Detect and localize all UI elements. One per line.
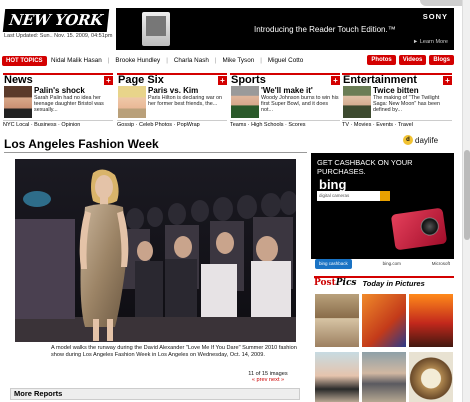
divider: | bbox=[260, 57, 262, 64]
bing-cashback-ad[interactable]: GET CASHBACK ON YOUR PURCHASES. bing dig… bbox=[311, 153, 454, 269]
section-teaser: Sarah Palin had no idea her teenage daug… bbox=[34, 95, 104, 113]
site-logo[interactable]: NEW YORK POST bbox=[2, 9, 110, 52]
plus-icon[interactable]: + bbox=[331, 75, 340, 85]
section-entertainment: Entertainment + Twice bitten The making o… bbox=[342, 73, 452, 130]
postpics-thumbnail[interactable] bbox=[409, 352, 453, 402]
ad-footer-site: bing.com bbox=[382, 261, 401, 266]
plus-icon[interactable]: + bbox=[443, 75, 452, 85]
more-reports-header[interactable]: More Reports bbox=[10, 388, 300, 400]
section-page-six: Page Six + Paris vs. Kim Paris Hilton is … bbox=[117, 73, 227, 130]
section-teaser: Woody Johnson burns to win his first Sup… bbox=[261, 95, 339, 113]
section-title[interactable]: Sports bbox=[231, 74, 266, 86]
photo-caption: A model walks the runway during the Davi… bbox=[51, 345, 297, 358]
postpics-thumbnail[interactable] bbox=[362, 294, 406, 347]
plus-icon[interactable]: + bbox=[104, 75, 113, 85]
ad-brand: SONY bbox=[422, 12, 448, 21]
ad-search-button[interactable] bbox=[380, 191, 390, 201]
blogs-button[interactable]: Blogs bbox=[429, 55, 454, 65]
postpics-row bbox=[315, 294, 455, 347]
section-headline[interactable]: Palin's shock bbox=[34, 86, 85, 95]
section-thumbnail[interactable] bbox=[4, 86, 32, 118]
ad-headline: GET CASHBACK ON YOUR PURCHASES. bbox=[317, 158, 413, 176]
ad-footer-badge: bing cashback bbox=[315, 259, 352, 269]
postpics-thumbnail[interactable] bbox=[315, 294, 359, 347]
bing-logo: bing bbox=[319, 177, 347, 192]
section-teaser: The making of "The Twilight Saga: New Mo… bbox=[373, 95, 440, 113]
section-teaser: Paris Hilton is declaring war on her for… bbox=[148, 95, 223, 107]
ereader-image bbox=[142, 12, 170, 46]
section-title[interactable]: Entertainment bbox=[343, 74, 417, 86]
divider: | bbox=[107, 57, 110, 64]
daylife-badge[interactable]: d daylife bbox=[403, 135, 438, 145]
section-title[interactable]: Page Six bbox=[118, 74, 164, 86]
divider: | bbox=[214, 57, 217, 64]
ad-footer-brand: Microsoft bbox=[431, 261, 450, 266]
hot-topic-link[interactable]: Brooke Hundley bbox=[115, 56, 160, 66]
postpics-header: PostPics Today in Pictures bbox=[314, 276, 454, 288]
postpics-row bbox=[315, 352, 455, 402]
daylife-icon: d bbox=[403, 135, 413, 145]
section-links[interactable]: TV · Movies · Events · Travel bbox=[342, 120, 452, 128]
camera-image bbox=[390, 207, 448, 251]
postpics-logo-pics: Pics bbox=[335, 278, 357, 288]
hot-topic-link[interactable]: Mike Tyson bbox=[222, 56, 254, 66]
postpics-thumbnail[interactable] bbox=[315, 352, 359, 402]
article-header: Los Angeles Fashion Week bbox=[4, 137, 307, 152]
vertical-scrollbar[interactable] bbox=[462, 0, 470, 402]
hot-topic-links: Nidal Malik Hasan | Brooke Hundley | Cha… bbox=[51, 56, 303, 66]
postpics-thumbnail[interactable] bbox=[362, 352, 406, 402]
prev-next-links[interactable]: « prev next » bbox=[238, 377, 298, 383]
hot-topic-link[interactable]: Charla Nash bbox=[174, 56, 209, 66]
hot-topics-bar: HOT TOPICS Nidal Malik Hasan | Brooke Hu… bbox=[2, 55, 454, 68]
section-links[interactable]: NYC Local · Business · Opinion bbox=[3, 120, 113, 128]
header: NEW YORK POST Last Updated: Sun., Nov. 1… bbox=[2, 9, 112, 52]
section-links[interactable]: Teams · High Schools · Scores bbox=[230, 120, 340, 128]
section-title[interactable]: News bbox=[4, 74, 33, 86]
ad-footer: bing cashback bing.com Microsoft bbox=[311, 259, 454, 269]
photos-button[interactable]: Photos bbox=[367, 55, 396, 65]
media-buttons: Photos Videos Blogs bbox=[367, 55, 454, 65]
scrollbar-thumb[interactable] bbox=[464, 150, 470, 240]
hot-topic-link[interactable]: Miguel Cotto bbox=[268, 56, 303, 66]
divider: | bbox=[166, 57, 168, 64]
postpics-thumbnail[interactable] bbox=[409, 294, 453, 347]
section-thumbnail[interactable] bbox=[231, 86, 259, 118]
ad-text: Introducing the Reader Touch Edition.™ bbox=[254, 25, 396, 34]
plus-icon[interactable]: + bbox=[218, 75, 227, 85]
section-headline[interactable]: Twice bitten bbox=[373, 86, 419, 95]
videos-button[interactable]: Videos bbox=[398, 55, 427, 65]
section-links[interactable]: Gossip · Celeb Photos · PopWrap bbox=[117, 120, 227, 128]
postpics-logo[interactable]: PostPics bbox=[314, 278, 357, 288]
ad-search-input[interactable]: digital cameras bbox=[317, 191, 380, 201]
section-headline[interactable]: Paris vs. Kim bbox=[148, 86, 198, 95]
ad-learn-more[interactable]: ► Learn More bbox=[413, 39, 448, 45]
postpics-logo-post: Post bbox=[314, 278, 336, 288]
section-headline[interactable]: 'We'll make it' bbox=[261, 86, 313, 95]
article-title: Los Angeles Fashion Week bbox=[4, 137, 159, 151]
section-thumbnail[interactable] bbox=[343, 86, 371, 118]
postpics-subtitle: Today in Pictures bbox=[362, 278, 425, 288]
photo-counter: 11 of 15 images « prev next » bbox=[238, 371, 298, 383]
sony-banner-ad[interactable]: Introducing the Reader Touch Edition.™ S… bbox=[116, 8, 454, 50]
section-sports: Sports + 'We'll make it' Woody Johnson bu… bbox=[230, 73, 340, 130]
hot-topic-link[interactable]: Nidal Malik Hasan bbox=[51, 56, 102, 66]
daylife-label: daylife bbox=[415, 135, 439, 145]
section-thumbnail[interactable] bbox=[118, 86, 146, 118]
article-photo[interactable] bbox=[15, 159, 296, 342]
hot-topics-label: HOT TOPICS bbox=[2, 56, 47, 66]
runway-photo-illustration bbox=[15, 159, 296, 342]
section-news: News + Palin's shock Sarah Palin had no i… bbox=[3, 73, 113, 130]
divider bbox=[4, 152, 307, 153]
